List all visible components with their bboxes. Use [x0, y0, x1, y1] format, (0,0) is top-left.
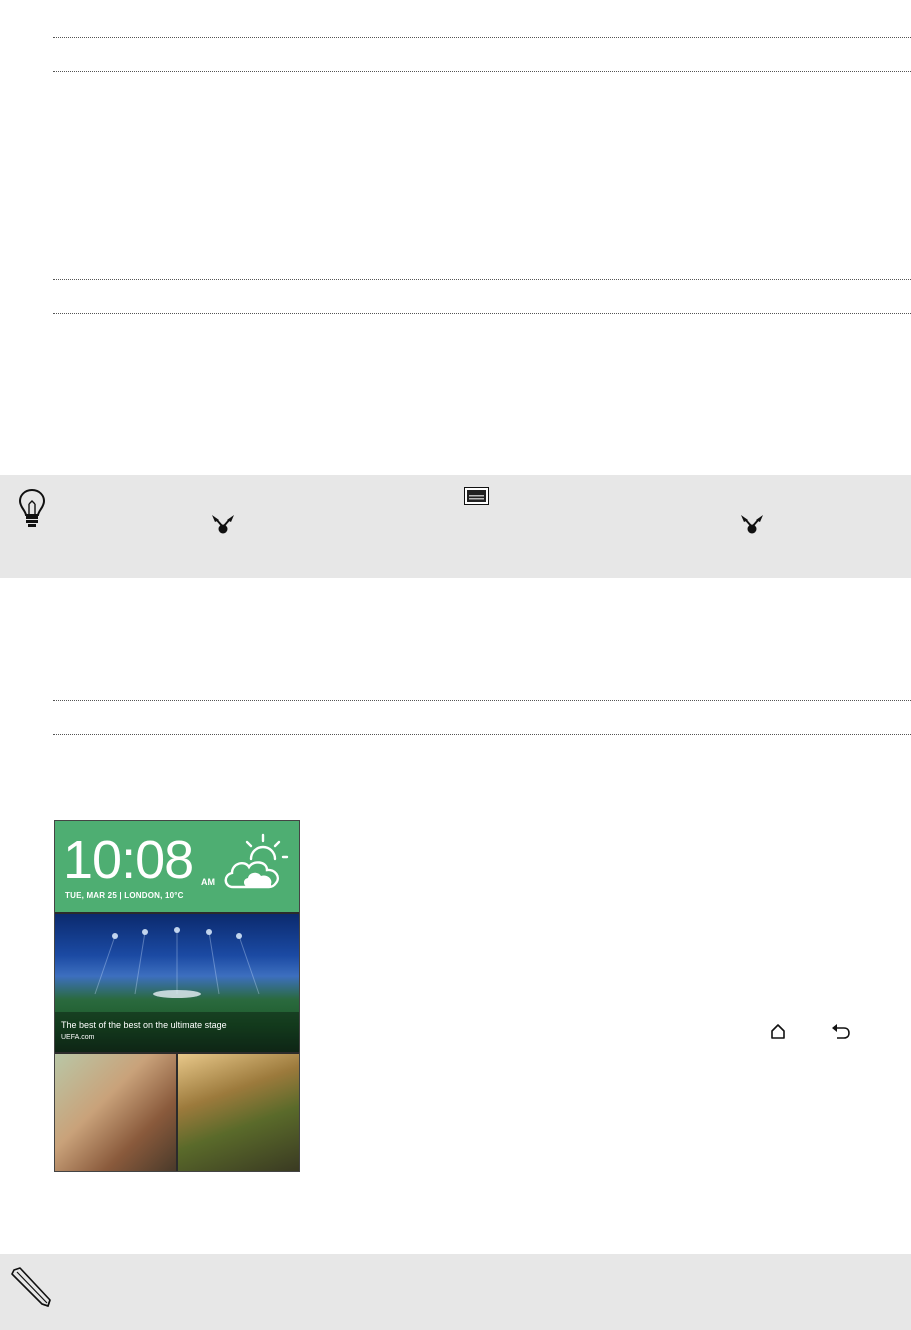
photo-couple [55, 1054, 176, 1171]
back-icon [832, 1024, 850, 1039]
clock-ampm: AM [201, 877, 215, 887]
news-caption: The best of the best on the ultimate sta… [61, 1020, 227, 1030]
clock-time: 10:08 [63, 830, 194, 890]
clock-weather-tile: 10:08 AM TUE, MAR 25 | LONDON, 10°C [55, 821, 299, 912]
phone-screenshot: 10:08 AM TUE, MAR 25 | LONDON, 10°C The … [54, 820, 300, 1172]
news-tile: The best of the best on the ultimate sta… [55, 914, 299, 1052]
section-divider [53, 37, 911, 38]
partly-cloudy-icon [224, 833, 289, 889]
tip-box [0, 475, 911, 578]
section-divider [53, 313, 911, 314]
stadium-image [55, 927, 299, 1052]
photo-camping [178, 1054, 299, 1171]
note-box [0, 1254, 911, 1330]
lightbulb-icon [18, 488, 46, 527]
share-icon [741, 515, 763, 534]
home-icon [771, 1024, 785, 1039]
clock-date: TUE, MAR 25 | LONDON, 10°C [65, 891, 184, 900]
section-divider [53, 700, 911, 701]
share-icon [212, 515, 234, 534]
section-divider [53, 71, 911, 72]
pencil-icon [11, 1267, 51, 1308]
news-source: UEFA.com [61, 1034, 95, 1041]
section-divider [53, 279, 911, 280]
screenshot-icon [464, 487, 489, 505]
section-divider [53, 734, 911, 735]
